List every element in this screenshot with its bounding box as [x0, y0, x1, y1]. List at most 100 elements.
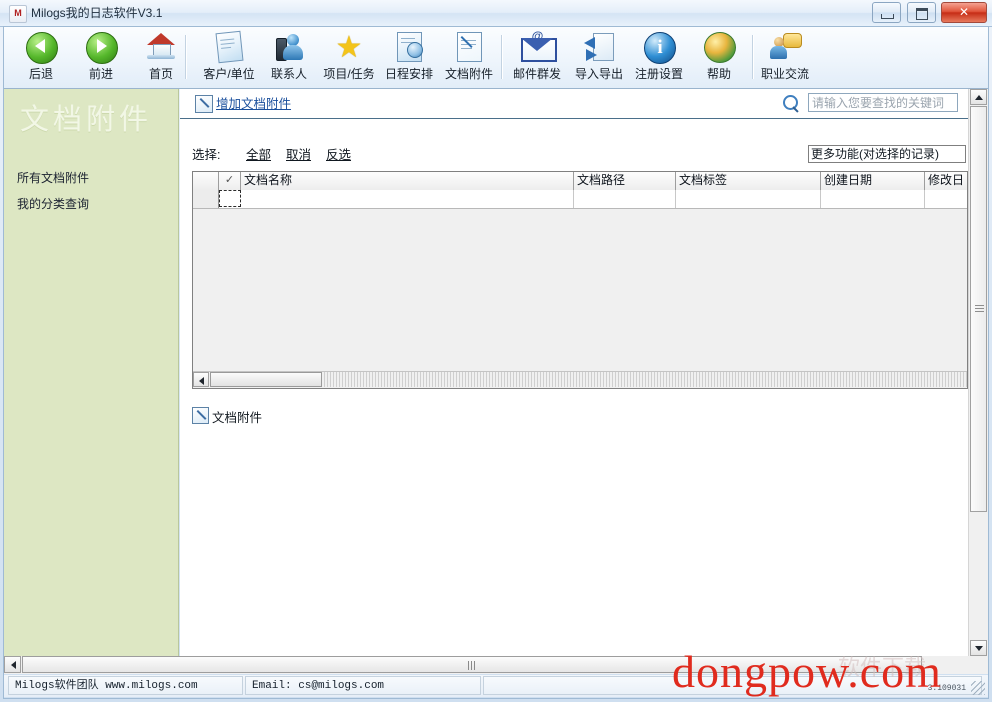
- toolbar-label: 文档附件: [444, 67, 493, 81]
- toolbar-label: 日程安排: [384, 67, 433, 81]
- grid-header-create-date[interactable]: 创建日期: [821, 172, 925, 190]
- status-team-info: Milogs软件团队 www.milogs.com: [8, 676, 243, 695]
- grid-header-document-tag[interactable]: 文档标签: [676, 172, 821, 190]
- toolbar-button-attachments[interactable]: 文档附件: [440, 30, 498, 86]
- search-input[interactable]: 请输入您要查找的关键词: [808, 93, 958, 112]
- toolbar-button-home[interactable]: 首页: [132, 30, 190, 86]
- toolbar-button-back[interactable]: 后退: [12, 30, 70, 86]
- grid-scroll-thumb[interactable]: [210, 372, 322, 387]
- toolbar-label: 客户/单位: [203, 67, 255, 81]
- content-sub-toolbar: 增加文档附件 请输入您要查找的关键词: [180, 89, 968, 119]
- toolbar-label: 项目/任务: [323, 67, 375, 81]
- sidebar-item-all-attachments[interactable]: 所有文档附件: [17, 169, 89, 186]
- toolbar-button-career-exchange[interactable]: 职业交流: [756, 30, 814, 86]
- back-arrow-icon: [12, 30, 70, 64]
- schedule-clock-icon: [380, 30, 438, 64]
- scroll-up-button[interactable]: [970, 89, 987, 105]
- home-icon: [132, 30, 190, 64]
- row-cell-create-date[interactable]: [821, 190, 925, 208]
- toolbar-button-import-export[interactable]: 导入导出: [570, 30, 628, 86]
- chevron-down-icon: [975, 646, 983, 651]
- toolbar-separator: [501, 35, 503, 79]
- main-toolbar: 后退 前进 首页 客户/单位 联系人 ★ 项目/任务 日程安排 文档附件 @ 邮…: [4, 27, 988, 89]
- grid-header-corner[interactable]: [193, 172, 219, 190]
- page-scroll-thumb[interactable]: [22, 656, 922, 673]
- row-cell-document-tag[interactable]: [676, 190, 821, 208]
- page-scroll-left-button[interactable]: [4, 656, 21, 673]
- customer-icon: [200, 30, 258, 64]
- row-checkbox-cell[interactable]: [219, 190, 241, 207]
- edit-document-icon: [192, 407, 209, 424]
- sidebar-watermark-title: 文档附件: [20, 104, 153, 136]
- info-register-icon: i: [630, 30, 688, 64]
- mass-mail-icon: @: [508, 30, 566, 64]
- sidebar: 文档附件 所有文档附件 我的分类查询: [4, 89, 179, 656]
- status-email-info: Email: cs@milogs.com: [245, 676, 481, 695]
- toolbar-button-customer[interactable]: 客户/单位: [200, 30, 258, 86]
- maximize-button[interactable]: [906, 2, 936, 23]
- toolbar-button-contacts[interactable]: 联系人: [260, 30, 318, 86]
- application-window: M Milogs我的日志软件V3.1 ✕ 后退 前进 首页 客户/单位 联系人 …: [0, 0, 992, 702]
- toolbar-label: 联系人: [270, 67, 307, 81]
- toolbar-button-help[interactable]: 帮助: [690, 30, 748, 86]
- vertical-scroll-thumb[interactable]: [970, 106, 987, 512]
- select-cancel-link[interactable]: 取消: [286, 144, 311, 163]
- toolbar-button-register-settings[interactable]: i 注册设置: [630, 30, 688, 86]
- scroll-grip-icon: [975, 305, 984, 313]
- star-project-icon: ★: [335, 31, 363, 64]
- add-attachment-link[interactable]: 增加文档附件: [216, 93, 291, 112]
- select-invert-link[interactable]: 反选: [326, 144, 351, 163]
- status-extra: [483, 676, 982, 695]
- search-icon: [782, 94, 800, 113]
- grid-scroll-left-button[interactable]: [193, 372, 209, 387]
- import-export-icon: [570, 30, 628, 64]
- toolbar-label: 注册设置: [634, 67, 683, 81]
- content-footer-label: 文档附件: [212, 411, 263, 425]
- edit-document-icon: [195, 95, 213, 113]
- scroll-grip-icon: [468, 661, 476, 670]
- grid-header-checkbox[interactable]: ✓: [219, 172, 241, 190]
- toolbar-button-forward[interactable]: 前进: [72, 30, 130, 86]
- row-cell-document-name[interactable]: [241, 190, 574, 208]
- minimize-button[interactable]: [872, 2, 902, 23]
- toolbar-label: 导入导出: [574, 67, 623, 81]
- window-controls: ✕: [871, 2, 987, 23]
- toolbar-button-projects[interactable]: ★ 项目/任务: [320, 30, 378, 86]
- toolbar-label: 后退: [28, 67, 53, 81]
- grid-header-row: ✓ 文档名称 文档路径 文档标签 创建日期 修改日: [193, 172, 967, 191]
- app-logo-icon: M: [9, 5, 27, 23]
- more-actions-dropdown[interactable]: 更多功能(对选择的记录): [808, 145, 966, 163]
- toolbar-label: 首页: [148, 67, 173, 81]
- career-exchange-icon: [756, 30, 814, 64]
- grid-horizontal-scrollbar[interactable]: [193, 371, 967, 388]
- sidebar-item-my-category-query[interactable]: 我的分类查询: [17, 195, 89, 212]
- select-all-link[interactable]: 全部: [246, 144, 271, 163]
- page-horizontal-scrollbar[interactable]: [4, 656, 988, 674]
- toolbar-button-mass-mail[interactable]: @ 邮件群发: [508, 30, 566, 86]
- grid-header-modify-date[interactable]: 修改日: [925, 172, 967, 190]
- content-area: 增加文档附件 请输入您要查找的关键词 选择: 全部 取消 反选 更多功能(对选择…: [180, 89, 968, 656]
- grid-scroll-track[interactable]: [324, 372, 967, 387]
- grid-header-document-name[interactable]: 文档名称: [241, 172, 574, 190]
- chevron-left-icon: [199, 377, 204, 385]
- close-icon: ✕: [958, 5, 970, 19]
- row-cell-modify-date[interactable]: [925, 190, 967, 208]
- row-cell-document-path[interactable]: [574, 190, 676, 208]
- page-vertical-scrollbar[interactable]: [968, 89, 988, 656]
- row-header-cell[interactable]: [193, 190, 219, 208]
- resize-grip-icon[interactable]: [971, 681, 985, 695]
- status-bar: Milogs软件团队 www.milogs.com Email: cs@milo…: [4, 675, 988, 697]
- table-row[interactable]: [193, 190, 967, 209]
- forward-arrow-icon: [72, 30, 130, 64]
- attachments-grid: ✓ 文档名称 文档路径 文档标签 创建日期 修改日: [192, 171, 968, 389]
- help-globe-icon: [690, 30, 748, 64]
- minimize-icon: [881, 14, 895, 19]
- scroll-down-button[interactable]: [970, 640, 987, 656]
- grid-header-document-path[interactable]: 文档路径: [574, 172, 676, 190]
- window-title: Milogs我的日志软件V3.1: [31, 6, 163, 20]
- close-button[interactable]: ✕: [941, 2, 987, 23]
- toolbar-button-schedule[interactable]: 日程安排: [380, 30, 438, 86]
- chevron-up-icon: [975, 95, 983, 100]
- toolbar-separator: [752, 35, 754, 79]
- grid-empty-area: [193, 209, 967, 371]
